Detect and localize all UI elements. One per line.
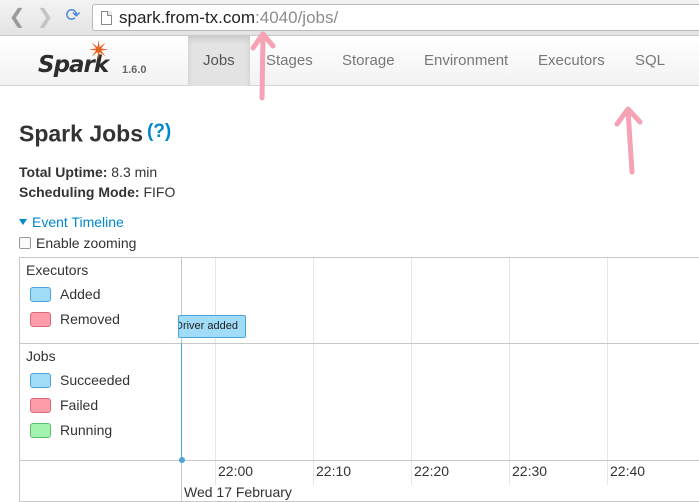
address-bar[interactable]: spark.from-tx.com:4040/jobs/ [92, 4, 699, 31]
event-marker-dot [179, 457, 185, 463]
swatch-icon [30, 286, 51, 302]
tick-label: 22:20 [414, 463, 450, 479]
page-title-text: Spark Jobs [19, 120, 143, 147]
uptime-label: Total Uptime: [19, 164, 108, 180]
event-timeline-label: Event Timeline [32, 214, 124, 230]
executors-group-title: Executors [26, 262, 89, 278]
back-arrow-icon[interactable]: ❮ [6, 6, 28, 28]
tick-label: 22:40 [610, 463, 646, 479]
legend-job-running: Running [30, 422, 112, 439]
timeline-legend-panel: Executors Added Removed Jobs Succeeded F… [20, 258, 182, 502]
uptime-row: Total Uptime: 8.3 min [19, 164, 157, 180]
help-link[interactable]: (?) [147, 121, 171, 142]
annotation-arrow-icon [250, 31, 276, 101]
tick-label: 22:10 [316, 463, 352, 479]
page-icon [101, 11, 112, 25]
star-icon: ✴ [88, 36, 110, 66]
spark-logo[interactable]: Spark ✴ [38, 38, 128, 84]
event-timeline[interactable]: Executors Added Removed Jobs Succeeded F… [19, 257, 699, 502]
swatch-icon [30, 397, 51, 413]
grid-line [313, 258, 314, 461]
uptime-value: 8.3 min [111, 164, 158, 180]
tab-sql[interactable]: SQL [620, 36, 680, 86]
tick-line [607, 461, 608, 485]
event-timeline-toggle[interactable]: Event Timeline [19, 214, 124, 230]
version-label: 1.6.0 [122, 64, 147, 76]
legend-label: Added [60, 286, 101, 302]
swatch-icon [30, 422, 51, 438]
grid-line [215, 258, 216, 461]
enable-zooming-checkbox[interactable] [19, 237, 31, 250]
tick-line [313, 461, 314, 485]
tab-executors[interactable]: Executors [523, 36, 620, 86]
legend-executor-removed: Removed [30, 311, 120, 328]
event-marker-line [181, 343, 182, 460]
tab-storage[interactable]: Storage [327, 36, 410, 86]
caret-down-icon [19, 219, 27, 226]
driver-added-event[interactable]: Driver added [178, 315, 246, 338]
grid-line [607, 258, 608, 461]
reload-icon[interactable]: ⟳ [62, 6, 84, 28]
tick-line [411, 461, 412, 485]
grid-line [509, 258, 510, 461]
page-title: Spark Jobs (?) [19, 117, 171, 148]
event-label: Driver added [178, 320, 238, 332]
enable-zooming-label: Enable zooming [36, 235, 137, 251]
legend-job-failed: Failed [30, 397, 98, 414]
enable-zooming-row: Enable zooming [19, 235, 136, 251]
grid-line [411, 258, 412, 461]
spark-navbar: Spark ✴ 1.6.0 Jobs Stages Storage Enviro… [0, 36, 699, 86]
tab-jobs[interactable]: Jobs [188, 36, 250, 86]
swatch-icon [30, 372, 51, 388]
tick-label: 22:00 [218, 463, 254, 479]
tick-line [509, 461, 510, 485]
browser-toolbar: ❮ ❯ ⟳ spark.from-tx.com:4040/jobs/ [0, 0, 699, 36]
legend-label: Running [60, 422, 113, 438]
legend-job-succeeded: Succeeded [30, 372, 130, 389]
url-port-path: :4040/jobs/ [255, 8, 339, 27]
legend-label: Failed [60, 397, 99, 413]
tick-label: 22:30 [512, 463, 548, 479]
legend-label: Succeeded [60, 372, 131, 388]
url-host: spark.from-tx.com [119, 8, 256, 27]
scheduling-mode-label: Scheduling Mode: [19, 184, 140, 200]
swatch-icon [30, 311, 51, 327]
forward-arrow-icon[interactable]: ❯ [34, 6, 56, 28]
legend-executor-added: Added [30, 286, 100, 303]
scheduling-mode-row: Scheduling Mode: FIFO [19, 184, 175, 200]
legend-label: Removed [60, 311, 120, 327]
annotation-arrow-icon [614, 106, 643, 175]
url-text[interactable]: spark.from-tx.com:4040/jobs/ [119, 8, 338, 28]
tick-line [215, 461, 216, 485]
scheduling-mode-value: FIFO [143, 184, 176, 200]
jobs-group-title: Jobs [26, 348, 56, 364]
tab-environment[interactable]: Environment [409, 36, 523, 86]
timeline-date: Wed 17 February [184, 484, 292, 500]
